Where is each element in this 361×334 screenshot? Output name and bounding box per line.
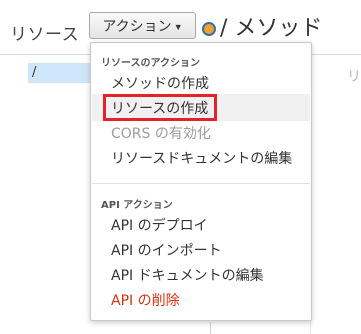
- menu-separator: [92, 183, 310, 184]
- bottom-divider: [210, 322, 211, 334]
- caret-down-icon: ▼: [173, 21, 183, 32]
- right-panel-text: リ: [347, 69, 361, 85]
- actions-dropdown-menu: リソースのアクション メソッドの作成 リソースの作成 CORS の有効化 リソー…: [90, 42, 312, 321]
- menu-item-delete-api[interactable]: API の削除: [111, 290, 180, 310]
- menu-item-create-method[interactable]: メソッドの作成: [111, 73, 209, 93]
- highlight-box: [103, 94, 217, 121]
- menu-item-enable-cors[interactable]: CORS の有効化: [111, 123, 211, 143]
- actions-button[interactable]: アクション ▼: [89, 12, 196, 39]
- menu-item-edit-api-docs[interactable]: API ドキュメントの編集: [111, 265, 264, 285]
- menu-item-deploy-api[interactable]: API のデプロイ: [111, 215, 208, 235]
- methods-title: / メソッド: [220, 16, 323, 41]
- api-actions-header: API アクション: [101, 200, 173, 211]
- resource-actions-header: リソースのアクション: [101, 58, 200, 69]
- actions-button-label: アクション: [102, 17, 172, 34]
- menu-item-import-api[interactable]: API のインポート: [111, 240, 222, 260]
- resource-tree-item-root[interactable]: /: [28, 63, 92, 83]
- method-status-icon: [202, 22, 216, 36]
- menu-item-edit-resource-docs[interactable]: リソースドキュメントの編集: [111, 148, 292, 168]
- resources-title: リソース: [10, 25, 80, 45]
